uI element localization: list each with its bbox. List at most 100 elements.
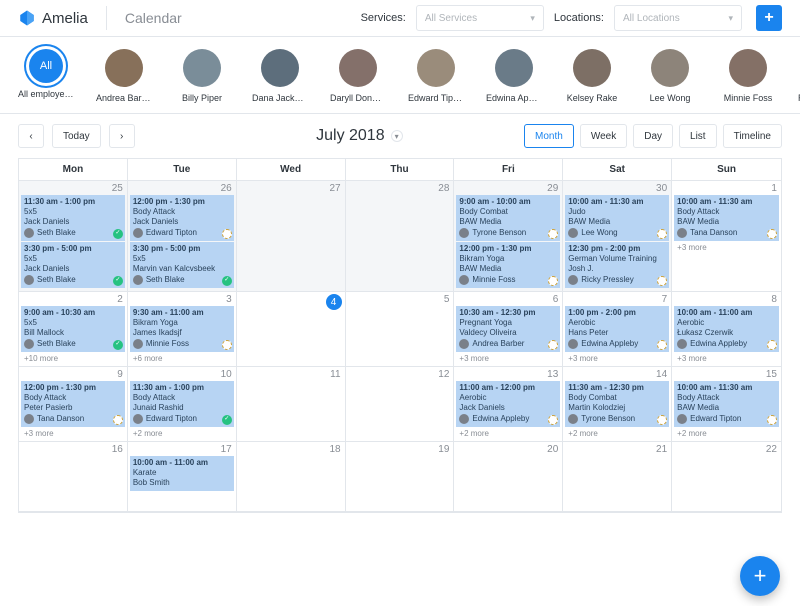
employee-chip[interactable]: Minnie Foss — [720, 49, 776, 103]
view-week-button[interactable]: Week — [580, 124, 627, 148]
view-list-button[interactable]: List — [679, 124, 717, 148]
event-title: Judo — [568, 207, 666, 217]
assignee-name: Lee Wong — [581, 228, 617, 238]
calendar-cell[interactable]: 71:00 pm - 2:00 pmAerobicHans PeterEdwin… — [563, 292, 672, 367]
calendar-event[interactable]: 12:00 pm - 1:30 pmBody AttackPeter Pasie… — [21, 381, 125, 427]
event-assignee: Edwina Appleby — [677, 339, 776, 349]
more-events-link[interactable]: +2 more — [130, 428, 234, 439]
calendar-event[interactable]: 11:00 am - 12:00 pmAerobicJack DanielsEd… — [456, 381, 560, 427]
calendar-event[interactable]: 9:00 am - 10:30 am5x5Bill MallockSeth Bl… — [21, 306, 125, 352]
calendar-cell[interactable]: 28 — [346, 181, 455, 292]
services-select[interactable]: All Services ▾ — [416, 5, 544, 31]
today-button[interactable]: Today — [52, 124, 101, 148]
more-events-link[interactable]: +2 more — [565, 428, 669, 439]
brand-logo[interactable]: Amelia — [18, 9, 88, 27]
next-button[interactable]: › — [109, 124, 135, 148]
locations-select[interactable]: All Locations ▾ — [614, 5, 742, 31]
employee-chip[interactable]: Kelsey Rake — [564, 49, 620, 103]
employee-chip[interactable]: AllAll employees — [18, 49, 74, 103]
calendar-cell[interactable]: 1011:30 am - 1:00 pmBody AttackJunaid Ra… — [128, 367, 237, 442]
more-events-link[interactable]: +6 more — [130, 353, 234, 364]
event-customer: Jack Daniels — [24, 264, 122, 274]
assignee-name: Edwina Appleby — [690, 339, 747, 349]
calendar-cell[interactable]: 912:00 pm - 1:30 pmBody AttackPeter Pasi… — [19, 367, 128, 442]
locations-value: All Locations — [623, 13, 680, 24]
more-events-link[interactable]: +3 more — [21, 428, 125, 439]
calendar-cell[interactable]: 1710:00 am - 11:00 amKarateBob Smith — [128, 442, 237, 512]
employee-chip[interactable]: Dana Jackson — [252, 49, 308, 103]
calendar-event[interactable]: 10:30 am - 12:30 pmPregnant YogaValdecy … — [456, 306, 560, 352]
more-events-link[interactable]: +3 more — [565, 353, 669, 364]
calendar-title[interactable]: July 2018 ▾ — [135, 127, 524, 145]
calendar-event[interactable]: 10:00 am - 11:30 amBody AttackBAW MediaT… — [674, 195, 779, 241]
employee-chip[interactable]: Andrea Barber — [96, 49, 152, 103]
employee-chip[interactable]: Lee Wong — [642, 49, 698, 103]
calendar-cell[interactable]: 22 — [672, 442, 781, 512]
employee-chip[interactable]: Edward Tipton — [408, 49, 464, 103]
calendar-event[interactable]: 10:00 am - 11:30 amJudoBAW MediaLee Wong — [565, 195, 669, 241]
employee-chip[interactable]: Daryll Donov… — [330, 49, 386, 103]
calendar-cell[interactable]: 2511:30 am - 1:00 pm5x5Jack DanielsSeth … — [19, 181, 128, 292]
employee-chip[interactable]: Edwina Appl… — [486, 49, 542, 103]
day-number: 13 — [547, 369, 558, 380]
more-events-link[interactable]: +3 more — [674, 242, 779, 253]
calendar-cell[interactable]: 27 — [237, 181, 346, 292]
calendar-event[interactable]: 12:00 pm - 1:30 pmBody AttackJack Daniel… — [130, 195, 234, 241]
calendar-cell[interactable]: 20 — [454, 442, 563, 512]
calendar-event[interactable]: 12:30 pm - 2:00 pmGerman Volume Training… — [565, 242, 669, 288]
calendar-cell[interactable]: 4 — [237, 292, 346, 367]
fab-add-button[interactable]: + — [740, 556, 780, 596]
calendar-cell[interactable]: 110:00 am - 11:30 amBody AttackBAW Media… — [672, 181, 781, 292]
calendar-event[interactable]: 10:00 am - 11:30 amBody AttackBAW MediaE… — [674, 381, 779, 427]
avatar — [729, 49, 767, 87]
calendar-event[interactable]: 1:00 pm - 2:00 pmAerobicHans PeterEdwina… — [565, 306, 669, 352]
calendar-event[interactable]: 10:00 am - 11:00 amAerobicŁukasz Czerwik… — [674, 306, 779, 352]
calendar-cell[interactable]: 1311:00 am - 12:00 pmAerobicJack Daniels… — [454, 367, 563, 442]
employee-name: Billy Piper — [174, 93, 230, 103]
add-button[interactable]: + — [756, 5, 782, 31]
calendar-event[interactable]: 11:30 am - 1:00 pm5x5Jack DanielsSeth Bl… — [21, 195, 125, 241]
calendar-cell[interactable]: 18 — [237, 442, 346, 512]
calendar-cell[interactable]: 11 — [237, 367, 346, 442]
calendar-cell[interactable]: 5 — [346, 292, 455, 367]
event-customer: Valdecy Oliveira — [459, 328, 557, 338]
view-timeline-button[interactable]: Timeline — [723, 124, 782, 148]
calendar-cell[interactable]: 1411:30 am - 12:30 pmBody CombatMartin K… — [563, 367, 672, 442]
day-number: 3 — [226, 294, 232, 305]
view-day-button[interactable]: Day — [633, 124, 673, 148]
calendar-event[interactable]: 11:30 am - 12:30 pmBody CombatMartin Kol… — [565, 381, 669, 427]
calendar-event[interactable]: 9:00 am - 10:00 amBody CombatBAW MediaTy… — [456, 195, 560, 241]
calendar-cell[interactable]: 1510:00 am - 11:30 amBody AttackBAW Medi… — [672, 367, 781, 442]
event-customer: Bill Mallock — [24, 328, 122, 338]
employee-chip[interactable]: Billy Piper — [174, 49, 230, 103]
calendar-cell[interactable]: 19 — [346, 442, 455, 512]
calendar-cell[interactable]: 21 — [563, 442, 672, 512]
calendar-cell[interactable]: 299:00 am - 10:00 amBody CombatBAW Media… — [454, 181, 563, 292]
calendar-cell[interactable]: 810:00 am - 11:00 amAerobicŁukasz Czerwi… — [672, 292, 781, 367]
calendar-cell[interactable]: 29:00 am - 10:30 am5x5Bill MallockSeth B… — [19, 292, 128, 367]
calendar-event[interactable]: 9:30 am - 11:00 amBikram YogaJames Ikads… — [130, 306, 234, 352]
calendar-cell[interactable]: 39:30 am - 11:00 amBikram YogaJames Ikad… — [128, 292, 237, 367]
calendar-event[interactable]: 3:30 pm - 5:00 pm5x5Marvin van Kalcvsbee… — [130, 242, 234, 288]
day-number: 2 — [117, 294, 123, 305]
calendar-event[interactable]: 12:00 pm - 1:30 pmBikram YogaBAW MediaMi… — [456, 242, 560, 288]
calendar-cell[interactable]: 2612:00 pm - 1:30 pmBody AttackJack Dani… — [128, 181, 237, 292]
more-events-link[interactable]: +10 more — [21, 353, 125, 364]
calendar-cell[interactable]: 12 — [346, 367, 455, 442]
more-events-link[interactable]: +2 more — [456, 428, 560, 439]
more-events-link[interactable]: +3 more — [456, 353, 560, 364]
view-month-button[interactable]: Month — [524, 124, 574, 148]
more-events-link[interactable]: +2 more — [674, 428, 779, 439]
more-events-link[interactable]: +3 more — [674, 353, 779, 364]
chevron-down-icon: ▾ — [530, 13, 535, 24]
avatar — [677, 228, 687, 238]
calendar-cell[interactable]: 3010:00 am - 11:30 amJudoBAW MediaLee Wo… — [563, 181, 672, 292]
prev-button[interactable]: ‹ — [18, 124, 44, 148]
calendar-cell[interactable]: 610:30 am - 12:30 pmPregnant YogaValdecy… — [454, 292, 563, 367]
calendar-event[interactable]: 10:00 am - 11:00 amKarateBob Smith — [130, 456, 234, 491]
calendar-event[interactable]: 3:30 pm - 5:00 pm5x5Jack DanielsSeth Bla… — [21, 242, 125, 288]
calendar-event[interactable]: 11:30 am - 1:00 pmBody AttackJunaid Rash… — [130, 381, 234, 427]
event-assignee: Edward Tipton — [133, 228, 231, 238]
calendar-cell[interactable]: 16 — [19, 442, 128, 512]
check-icon: ✓ — [113, 340, 123, 350]
